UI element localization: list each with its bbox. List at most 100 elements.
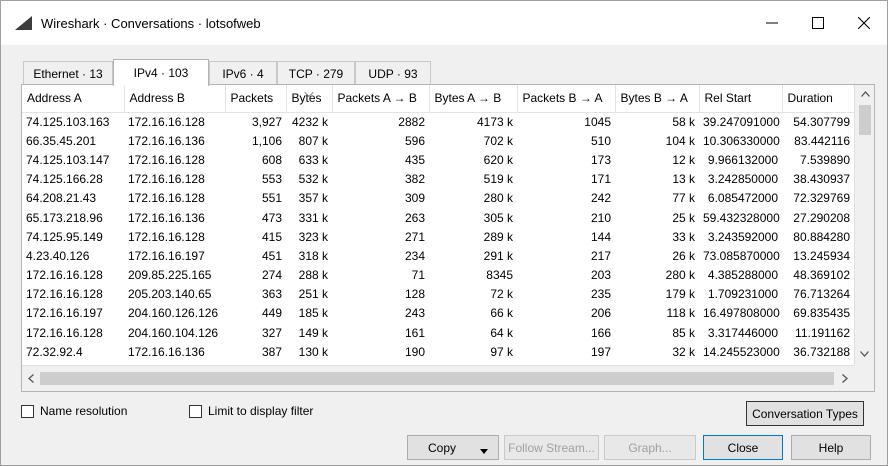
cell-address-b: 172.16.16.128 [128,229,205,244]
copy-button[interactable]: Copy [407,435,499,460]
cell-bytes-b-a: 58 k [672,114,695,129]
cell-duration: 69.835435 [793,306,850,321]
conversation-types-button[interactable]: Conversation Types [746,401,864,426]
cell-address-b: 172.16.16.128 [128,152,205,167]
col-header-packets[interactable]: Packets [225,85,287,113]
scroll-right-arrow-icon[interactable] [836,366,854,391]
cell-address-a: 172.16.16.128 [26,325,103,340]
tab-tcp[interactable]: TCP · 279 [277,61,355,85]
vertical-scroll-thumb[interactable] [859,105,871,135]
cell-bytes-b-a: 26 k [672,248,695,263]
cell-packets: 451 [261,248,282,263]
conversations-table: Address A Address B Packets Bytes Packet… [22,85,854,361]
close-window-button[interactable] [841,1,887,45]
cell-packets: 1,106 [251,133,282,148]
scroll-up-arrow-icon[interactable] [855,85,875,103]
col-header-bytes-a-b[interactable]: Bytes A → B [429,85,518,113]
cell-bytes-b-a: 32 k [672,344,695,359]
col-header-rel-start[interactable]: Rel Start [699,85,783,113]
table-row[interactable]: 65.173.218.96 172.16.16.136 473 331 k 263 305… [22,208,854,227]
limit-filter-option[interactable]: Limit to display filter [189,404,313,418]
cell-packets-b-a: 197 [590,344,611,359]
cell-packets-b-a: 242 [590,191,611,206]
table-row[interactable]: 72.32.92.4 172.16.16.136 387 130 k 190 97 k 19… [22,342,854,361]
cell-bytes-b-a: 25 k [672,210,695,225]
cell-rel-start: 39.247091000 [703,114,780,129]
cell-bytes-b-a: 12 k [672,152,695,167]
cell-bytes-a-b: 519 k [483,172,513,187]
col-header-packets-b-a[interactable]: Packets B → A [517,85,616,113]
col-header-bytes-b-a[interactable]: Bytes B → A [615,85,700,113]
cell-packets: 449 [261,306,282,321]
cell-bytes: 532 k [298,172,328,187]
table-row[interactable]: 74.125.166.28 172.16.16.128 553 532 k 382 519… [22,170,854,189]
cell-bytes: 288 k [298,268,328,283]
cell-duration: 27.290208 [793,210,850,225]
cell-bytes: 251 k [298,287,328,302]
horizontal-scroll-thumb[interactable] [40,372,834,385]
col-header-packets-a-b[interactable]: Packets A → B [332,85,430,113]
cell-bytes-b-a: 104 k [665,133,695,148]
maximize-button[interactable] [795,1,841,45]
conversations-window: Wireshark · Conversations · lotsofweb Et… [0,0,888,466]
cell-duration: 36.732188 [793,344,850,359]
horizontal-scrollbar[interactable] [22,365,854,391]
cell-bytes-b-a: 33 k [672,229,695,244]
graph-button[interactable]: Graph... [604,435,696,460]
cell-packets-b-a: 210 [590,210,611,225]
cell-packets-a-b: 128 [404,287,425,302]
table-row[interactable]: 172.16.16.128 205.203.140.65 363 251 k 128 72… [22,285,854,304]
cell-address-b: 172.16.16.136 [128,210,205,225]
cell-rel-start: 10.306330000 [703,133,780,148]
chevron-down-icon [480,444,488,458]
cell-duration: 13.245934 [793,248,850,263]
cell-address-a: 4.23.40.126 [26,248,90,263]
table-row[interactable]: 74.125.103.163 172.16.16.128 3,927 4232 k 28… [22,112,854,131]
tab-ipv4[interactable]: IPv4 · 103 [113,59,209,86]
follow-stream-button[interactable]: Follow Stream... [504,435,599,460]
cell-duration: 72.329769 [793,191,850,206]
table-row[interactable]: 172.16.16.128 209.85.225.165 274 288 k 71 834… [22,266,854,285]
name-resolution-checkbox[interactable] [21,404,34,418]
col-header-bytes[interactable]: Bytes [286,85,333,113]
tab-ipv6[interactable]: IPv6 · 4 [209,61,277,85]
tab-ethernet[interactable]: Ethernet · 13 [23,61,113,85]
cell-packets-b-a: 510 [590,133,611,148]
cell-packets: 387 [261,344,282,359]
col-header-address-b[interactable]: Address B [124,85,226,113]
vertical-scrollbar[interactable] [854,85,874,365]
cell-duration: 38.430937 [793,172,850,187]
cell-address-a: 172.16.16.197 [26,306,103,321]
cell-rel-start: 1.709231000 [707,287,778,302]
cell-packets-a-b: 263 [404,210,425,225]
cell-bytes-b-a: 85 k [672,325,695,340]
cell-bytes-a-b: 97 k [490,344,513,359]
name-resolution-option[interactable]: Name resolution [21,404,127,418]
col-header-duration[interactable]: Duration [782,85,854,113]
table-row[interactable]: 172.16.16.197 204.160.126.126 449 185 k 243 6… [22,304,854,323]
tab-udp[interactable]: UDP · 93 [355,61,431,85]
cell-rel-start: 73.085870000 [703,248,780,263]
scroll-down-arrow-icon[interactable] [854,345,874,363]
close-button[interactable]: Close [703,435,783,460]
cell-address-b: 172.16.16.128 [128,172,205,187]
limit-filter-checkbox[interactable] [189,404,202,418]
table-row[interactable]: 74.125.103.147 172.16.16.128 608 633 k 435 62… [22,150,854,169]
cell-bytes: 323 k [298,229,328,244]
cell-packets-b-a: 235 [590,287,611,302]
cell-packets: 327 [261,325,282,340]
help-button[interactable]: Help [791,435,871,460]
table-row[interactable]: 74.125.95.149 172.16.16.128 415 323 k 271 289… [22,227,854,246]
cell-bytes-a-b: 702 k [483,133,513,148]
col-header-address-a[interactable]: Address A [22,85,125,113]
table-row[interactable]: 172.16.16.128 204.160.104.126 327 149 k 161 6… [22,323,854,342]
minimize-button[interactable] [749,1,795,45]
title-bar: Wireshark · Conversations · lotsofweb [1,1,887,45]
scrollbar-corner [854,351,874,391]
table-row[interactable]: 4.23.40.126 172.16.16.197 451 318 k 234 291 k… [22,246,854,265]
cell-address-a: 172.16.16.128 [26,268,103,283]
table-row[interactable]: 64.208.21.43 172.16.16.128 551 357 k 309 280 … [22,189,854,208]
table-row[interactable]: 66.35.45.201 172.16.16.136 1,106 807 k 596 70… [22,131,854,150]
cell-address-b: 172.16.16.197 [128,248,205,263]
scroll-left-arrow-icon[interactable] [22,366,40,391]
